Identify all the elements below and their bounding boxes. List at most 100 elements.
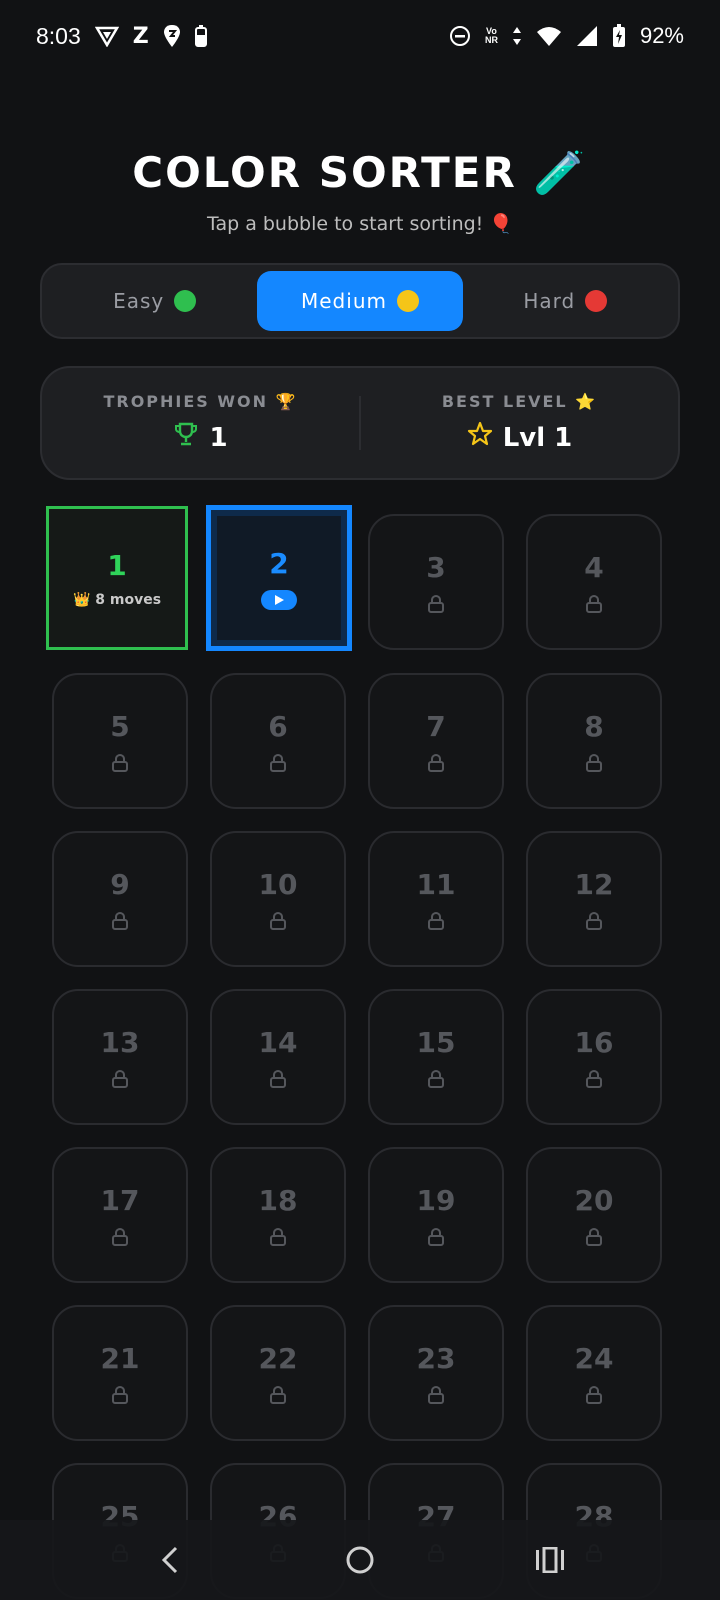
level-tile-20[interactable]: 20 [526, 1147, 662, 1283]
z-app-icon: Z [132, 23, 149, 49]
back-icon[interactable] [150, 1540, 190, 1580]
level-tile-8[interactable]: 8 [526, 673, 662, 809]
level-number: 3 [426, 550, 446, 584]
dnd-icon [449, 25, 471, 47]
best-level-value: Lvl 1 [502, 422, 573, 453]
level-tile-10[interactable]: 10 [210, 831, 346, 967]
level-tile-7[interactable]: 7 [368, 673, 504, 809]
level-tile-17[interactable]: 17 [52, 1147, 188, 1283]
lock-icon [268, 753, 288, 773]
level-number: 9 [110, 867, 130, 901]
level-number: 20 [574, 1183, 614, 1217]
level-tile-13[interactable]: 13 [52, 989, 188, 1125]
swiggy-icon [163, 24, 181, 48]
lock-icon [268, 1385, 288, 1405]
home-icon[interactable] [340, 1540, 380, 1580]
lock-icon [584, 753, 604, 773]
level-tile-22[interactable]: 22 [210, 1305, 346, 1441]
tab-hard-label: Hard [523, 289, 576, 313]
level-number: 4 [584, 550, 604, 584]
stats-card: TROPHIES WON 🏆 1 BEST LEVEL ⭐ Lvl 1 [40, 366, 680, 480]
level-tile-4[interactable]: 4 [526, 514, 662, 650]
level-tile-3[interactable]: 3 [368, 514, 504, 650]
status-bar: 8:03 Z Vo NR 92% [0, 0, 720, 72]
trophies-stat: TROPHIES WON 🏆 1 [42, 392, 359, 454]
lock-icon [110, 753, 130, 773]
battery-percent: 92% [639, 23, 684, 48]
level-tile-14[interactable]: 14 [210, 989, 346, 1125]
tab-medium[interactable]: Medium [257, 271, 463, 331]
level-number: 6 [268, 709, 288, 743]
page-title: COLOR SORTER 🧪 [132, 148, 588, 197]
signal-icon [576, 25, 598, 47]
level-number: 8 [584, 709, 604, 743]
lock-icon [584, 1069, 604, 1089]
level-tile-6[interactable]: 6 [210, 673, 346, 809]
play-icon [261, 589, 297, 610]
tab-medium-label: Medium [301, 289, 387, 313]
lock-icon [584, 594, 604, 614]
lock-icon [110, 1227, 130, 1247]
tab-hard[interactable]: Hard [463, 271, 668, 331]
star-icon [467, 421, 493, 454]
level-tile-1[interactable]: 1 👑 8 moves [46, 506, 188, 650]
level-tile-12[interactable]: 12 [526, 831, 662, 967]
level-tile-21[interactable]: 21 [52, 1305, 188, 1441]
lock-icon [110, 1069, 130, 1089]
wifi-icon [536, 25, 562, 47]
level-number: 18 [258, 1183, 298, 1217]
trophies-label: TROPHIES WON 🏆 [103, 392, 298, 411]
lock-icon [584, 911, 604, 931]
yellow-circle-icon [396, 290, 419, 312]
level-number: 15 [416, 1025, 456, 1059]
level-number: 22 [258, 1341, 298, 1375]
navigation-bar [0, 1520, 720, 1600]
level-grid: 1 👑 8 moves 2 3 4 5 6 7 8 9 10 11 12 13 14 15 16 17 18 19 20… [46, 505, 672, 1599]
lock-icon [426, 911, 446, 931]
tab-easy-label: Easy [113, 289, 165, 313]
lock-icon [268, 1069, 288, 1089]
best-level-stat: BEST LEVEL ⭐ Lvl 1 [361, 392, 678, 454]
level-tile-5[interactable]: 5 [52, 673, 188, 809]
difficulty-tabs: Easy Medium Hard [40, 263, 680, 339]
best-level-value-row: Lvl 1 [467, 421, 573, 454]
lock-icon [426, 1227, 446, 1247]
recents-icon[interactable] [530, 1540, 570, 1580]
level-number: 23 [416, 1341, 456, 1375]
battery-charging-icon [612, 24, 626, 48]
level-number: 5 [110, 709, 130, 743]
level-number: 1 [107, 548, 127, 582]
level-tile-16[interactable]: 16 [526, 989, 662, 1125]
red-circle-icon [585, 290, 608, 312]
best-level-label: BEST LEVEL ⭐ [441, 392, 598, 411]
level-number: 2 [269, 546, 289, 580]
volte-line2: NR [484, 35, 498, 45]
volte-icon: Vo NR [485, 27, 498, 45]
status-time: 8:03 [36, 22, 81, 49]
level-tile-11[interactable]: 11 [368, 831, 504, 967]
lock-icon [426, 594, 446, 614]
lock-icon [584, 1385, 604, 1405]
lock-icon [426, 1069, 446, 1089]
level-tile-2[interactable]: 2 [206, 505, 352, 651]
level-number: 11 [416, 867, 456, 901]
status-left: 8:03 Z [36, 23, 207, 50]
lock-icon [268, 1227, 288, 1247]
level-tile-24[interactable]: 24 [526, 1305, 662, 1441]
level-tile-15[interactable]: 15 [368, 989, 504, 1125]
level-number: 19 [416, 1183, 456, 1217]
level-tile-18[interactable]: 18 [210, 1147, 346, 1283]
level-number: 10 [258, 867, 298, 901]
tab-easy[interactable]: Easy [52, 271, 257, 331]
level-tile-9[interactable]: 9 [52, 831, 188, 967]
trophy-icon [173, 421, 199, 454]
lock-icon [584, 1227, 604, 1247]
page-subtitle: Tap a bubble to start sorting! 🎈 [206, 213, 513, 235]
level-number: 14 [258, 1025, 298, 1059]
level-tile-23[interactable]: 23 [368, 1305, 504, 1441]
level-tile-19[interactable]: 19 [368, 1147, 504, 1283]
vpn-shield-icon [94, 25, 119, 47]
status-right: Vo NR 92% [449, 23, 684, 49]
lock-icon [268, 911, 288, 931]
level-number: 12 [574, 867, 614, 901]
